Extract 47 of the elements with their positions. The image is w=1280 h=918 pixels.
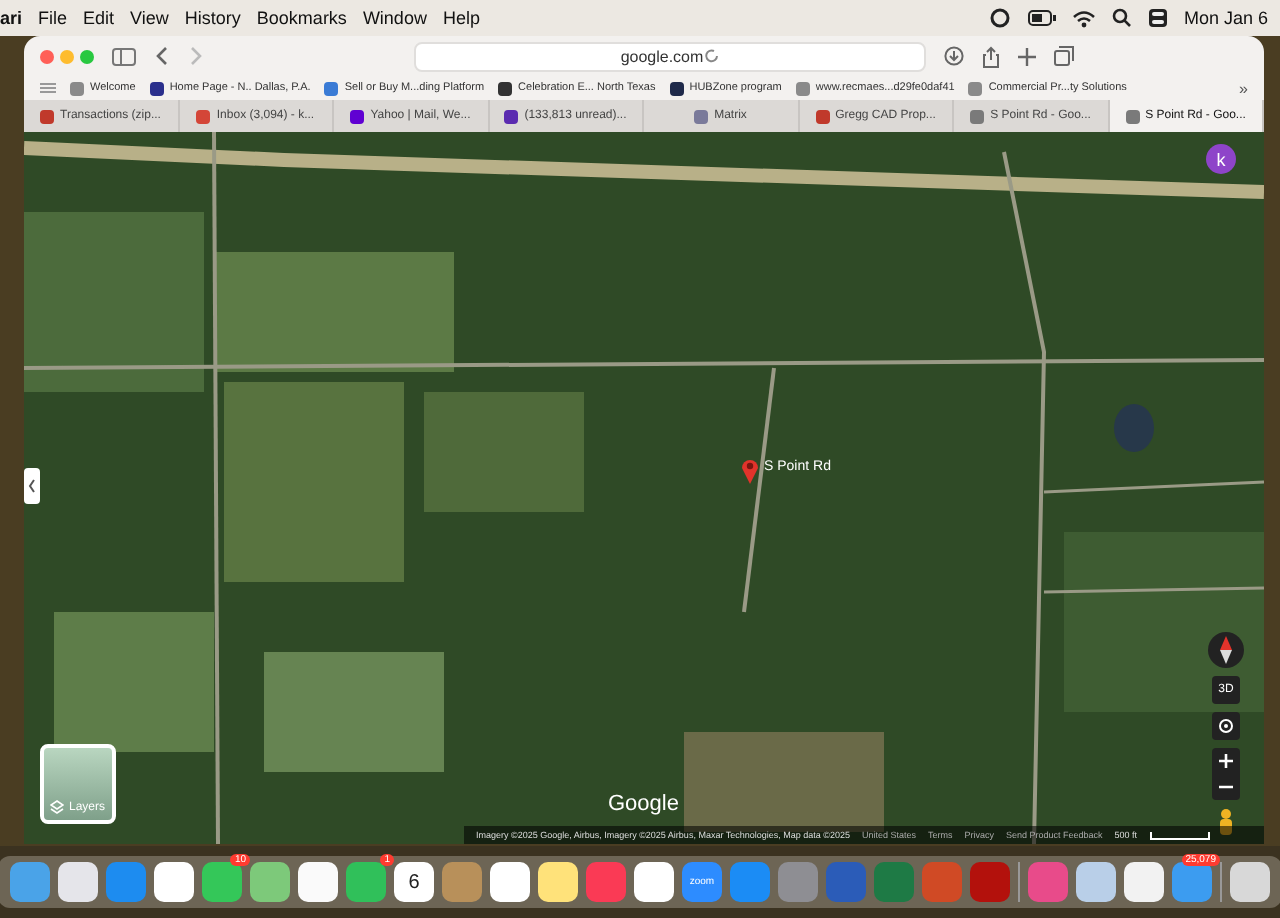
app-menu[interactable]: ari — [0, 8, 23, 28]
control-center-icon[interactable] — [1147, 8, 1168, 28]
app-icon[interactable] — [58, 862, 98, 902]
app-icon[interactable] — [346, 862, 386, 902]
app-icon[interactable] — [538, 862, 578, 902]
map-pin-icon — [740, 456, 760, 484]
app-icon[interactable] — [490, 862, 530, 902]
sidebar-toggle-icon — [24, 468, 40, 504]
map-logo: Google — [608, 792, 679, 816]
layers-icon — [50, 800, 65, 814]
menu-item[interactable]: Window — [362, 8, 427, 28]
scale-bar-icon — [1149, 831, 1210, 839]
trash-icon[interactable] — [1230, 862, 1270, 902]
app-icon[interactable] — [634, 862, 674, 902]
more-bookmarks-button[interactable]: » — [1239, 79, 1248, 97]
app-icon[interactable] — [298, 862, 338, 902]
app-icon[interactable] — [250, 862, 290, 902]
menu-item[interactable]: History — [184, 8, 241, 28]
reload-icon[interactable] — [703, 48, 720, 64]
pegman-icon[interactable] — [1218, 808, 1234, 836]
sidebar-icon[interactable] — [112, 47, 136, 65]
app-icon[interactable] — [1076, 862, 1116, 902]
locate-icon[interactable] — [1212, 712, 1240, 740]
back-icon[interactable] — [154, 46, 170, 66]
share-icon[interactable] — [982, 45, 1000, 67]
compass-icon[interactable] — [1208, 632, 1244, 668]
wifi-icon[interactable] — [1071, 9, 1096, 27]
download-icon[interactable] — [944, 46, 964, 66]
menu-item[interactable]: View — [130, 8, 169, 28]
menu-clock: Mon Jan 6 — [1183, 8, 1268, 28]
address-field[interactable]: google.com — [414, 41, 926, 71]
menu-item[interactable]: Bookmarks — [256, 8, 347, 28]
search-icon[interactable] — [1111, 8, 1132, 28]
app-icon[interactable] — [154, 862, 194, 902]
menu-item[interactable]: File — [38, 8, 68, 28]
calendar-app-icon[interactable]: 6 — [394, 862, 434, 902]
new-tab-icon[interactable] — [1018, 47, 1036, 65]
menu-item[interactable]: Edit — [83, 8, 115, 28]
menu-item[interactable]: Help — [442, 8, 480, 28]
tab-overview-icon[interactable] — [1054, 46, 1074, 66]
app-icon[interactable] — [202, 862, 242, 902]
stage-icon[interactable] — [987, 8, 1012, 28]
zoom-controls-icon[interactable] — [1212, 748, 1240, 800]
battery-icon[interactable] — [1027, 10, 1056, 26]
reading-list-icon[interactable] — [40, 82, 56, 94]
close-button[interactable] — [40, 49, 54, 63]
app-icon[interactable] — [1124, 862, 1164, 902]
